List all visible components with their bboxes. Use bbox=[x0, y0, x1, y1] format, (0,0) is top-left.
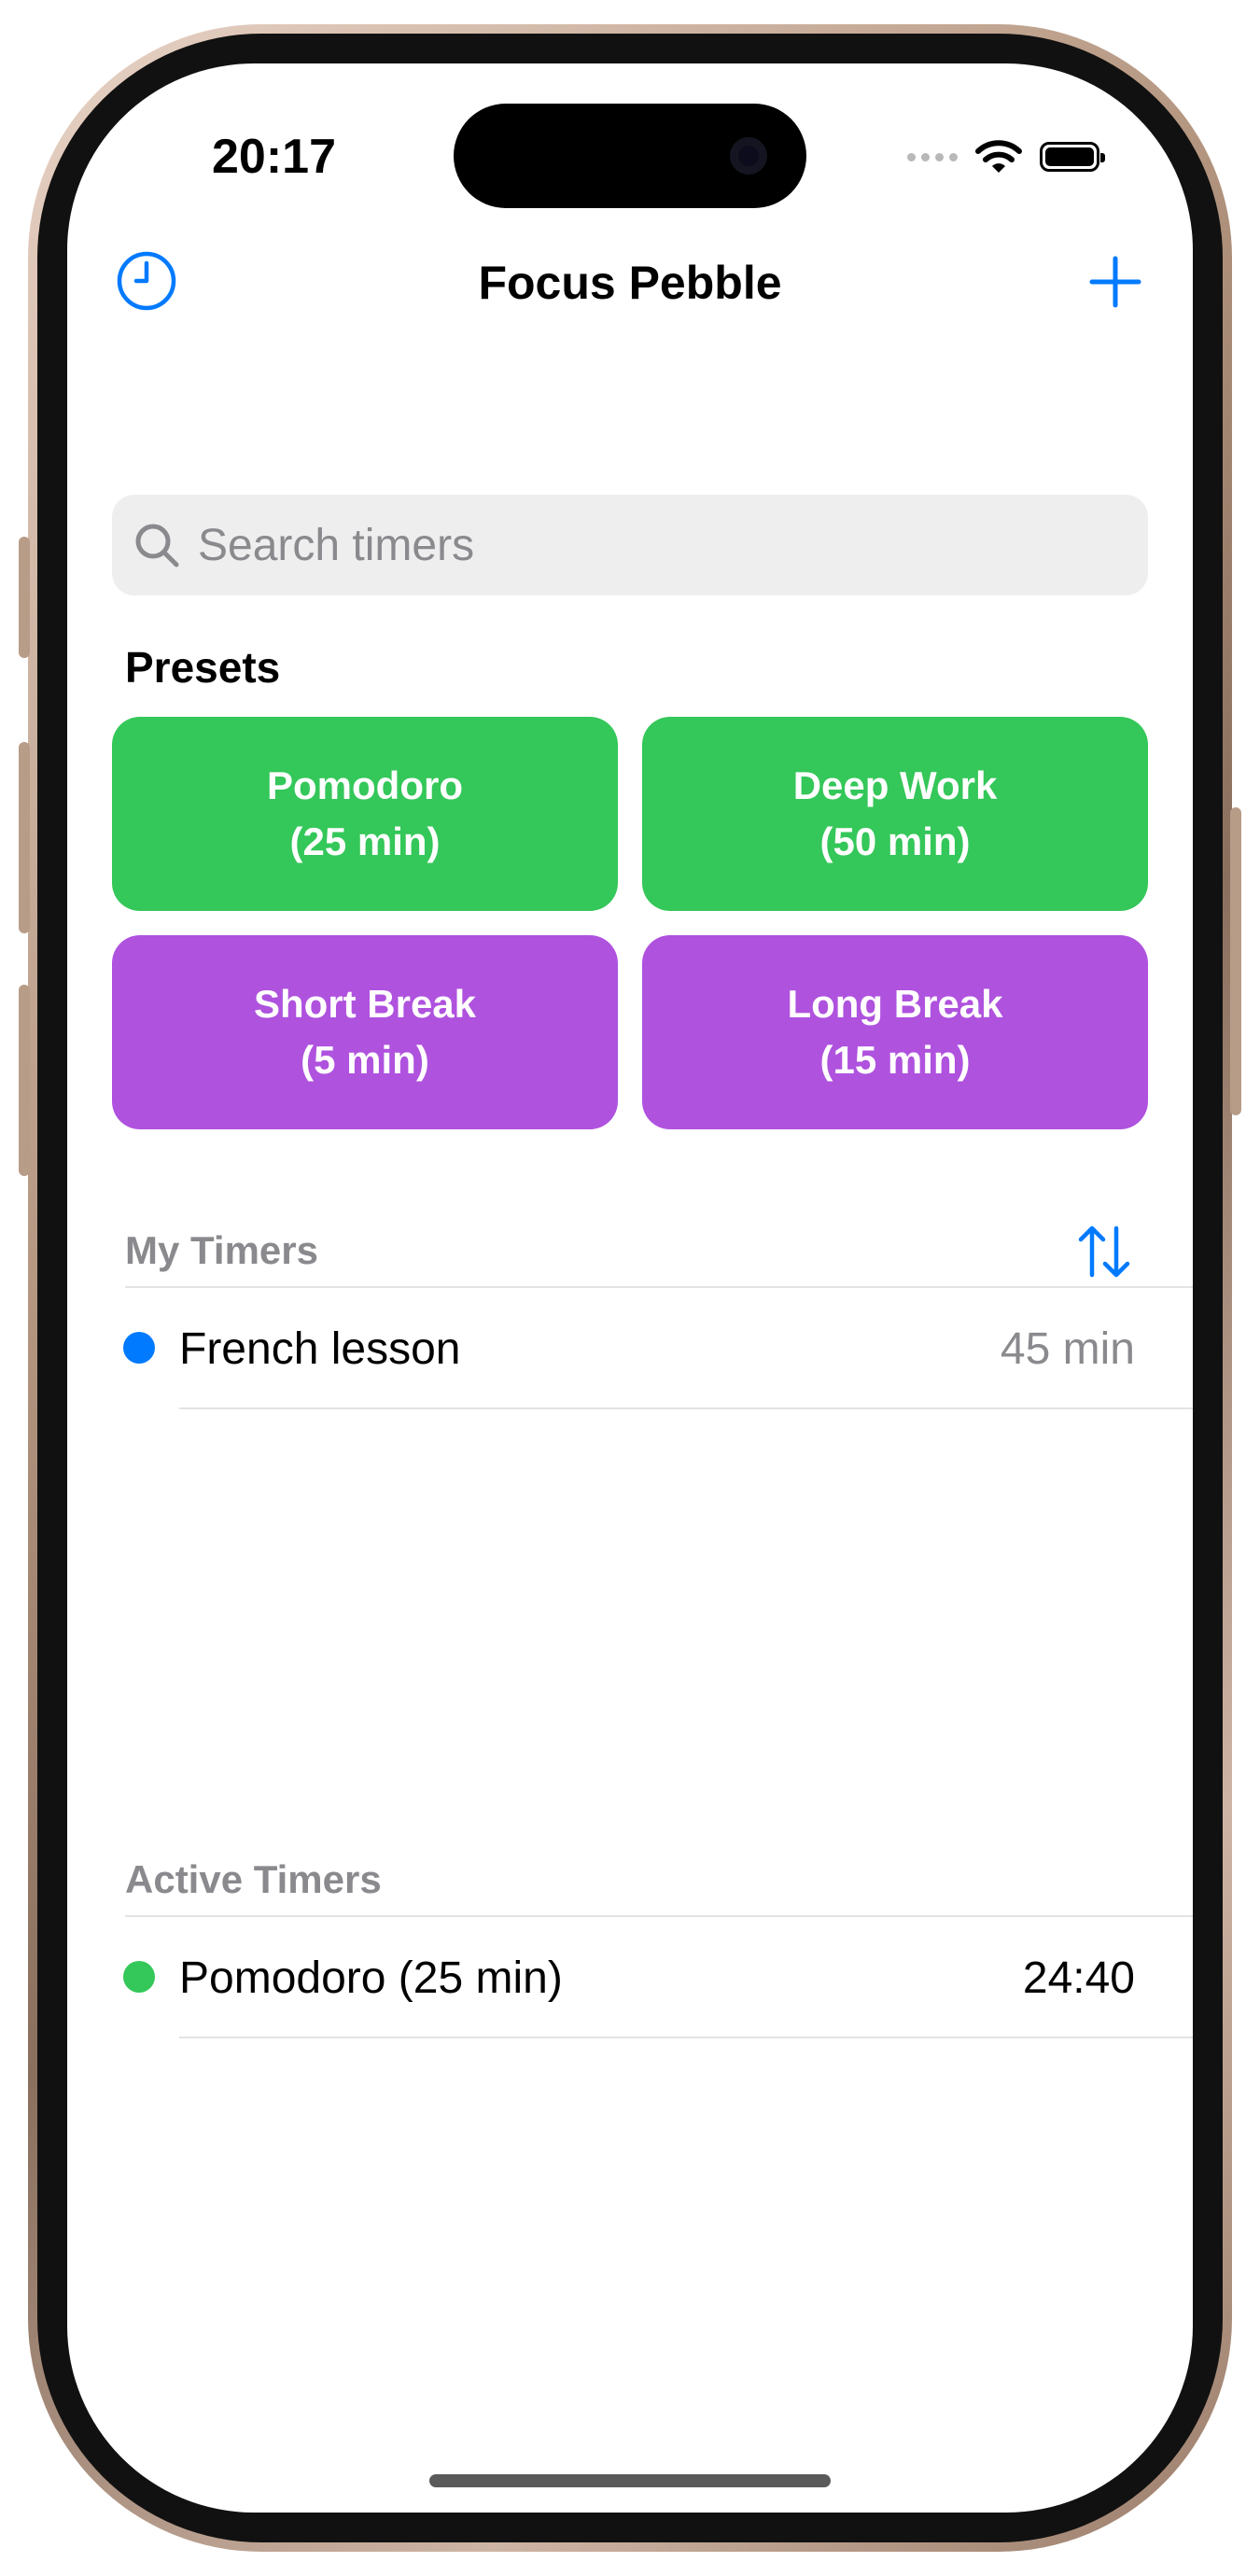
status-time: 20:17 bbox=[212, 130, 336, 184]
preset-duration: (25 min) bbox=[289, 819, 441, 863]
timer-remaining: 24:40 bbox=[1022, 1953, 1135, 2003]
status-indicators bbox=[907, 138, 1105, 175]
page-title: Focus Pebble bbox=[478, 257, 782, 309]
preset-duration: (5 min) bbox=[301, 1038, 429, 1082]
signal-icon bbox=[907, 152, 958, 161]
preset-name: Short Break bbox=[253, 982, 477, 1026]
list-item[interactable]: French lesson 45 min bbox=[67, 1288, 1193, 1407]
action-button bbox=[19, 537, 30, 658]
power-button bbox=[1230, 807, 1241, 1115]
preset-short-break-button[interactable]: Short Break (5 min) bbox=[112, 935, 618, 1129]
search-input[interactable] bbox=[196, 518, 1040, 572]
search-icon bbox=[135, 524, 179, 567]
plus-icon[interactable] bbox=[1088, 255, 1142, 309]
status-dot bbox=[123, 1332, 155, 1364]
preset-pomodoro-button[interactable]: Pomodoro (25 min) bbox=[112, 717, 618, 911]
list-item[interactable]: Pomodoro (25 min) 24:40 bbox=[67, 1917, 1193, 2037]
preset-deep-work-button[interactable]: Deep Work (50 min) bbox=[642, 717, 1148, 911]
search-bar[interactable] bbox=[112, 495, 1148, 595]
preset-name: Pomodoro bbox=[267, 763, 463, 807]
my-timers-header: My Timers bbox=[125, 1228, 318, 1272]
presets-title: Presets bbox=[125, 643, 281, 692]
preset-name: Long Break bbox=[787, 982, 1003, 1026]
preset-duration: (50 min) bbox=[819, 819, 971, 863]
preset-long-break-button[interactable]: Long Break (15 min) bbox=[642, 935, 1148, 1129]
home-indicator[interactable] bbox=[429, 2474, 831, 2487]
wifi-icon bbox=[975, 140, 1022, 173]
row-divider bbox=[179, 2037, 1193, 2038]
status-dot bbox=[123, 1961, 155, 1993]
preset-name: Deep Work bbox=[792, 763, 998, 807]
timer-name: Pomodoro (25 min) bbox=[179, 1953, 563, 2003]
row-divider bbox=[179, 1407, 1193, 1409]
timer-name: French lesson bbox=[179, 1324, 461, 1374]
camera-icon bbox=[730, 137, 767, 175]
volume-down-button bbox=[19, 985, 30, 1176]
volume-up-button bbox=[19, 742, 30, 933]
timer-duration: 45 min bbox=[1000, 1324, 1135, 1374]
dynamic-island bbox=[454, 104, 806, 208]
preset-duration: (15 min) bbox=[819, 1038, 971, 1082]
screen: 20:17 Focus Pebble Search timers Presets… bbox=[67, 63, 1193, 2513]
active-timers-header: Active Timers bbox=[125, 1857, 382, 1901]
sort-arrows-icon[interactable] bbox=[1073, 1221, 1135, 1282]
battery-icon bbox=[1040, 142, 1105, 172]
